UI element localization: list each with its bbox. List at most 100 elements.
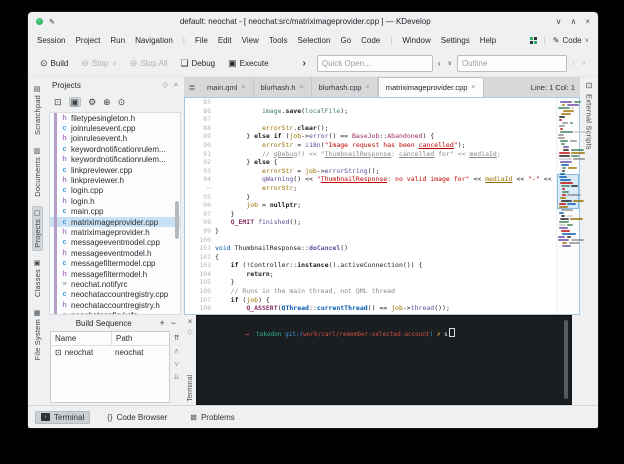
sidebar-tab-documents[interactable]: ▥Documents	[32, 144, 43, 201]
outline-input[interactable]	[457, 55, 567, 72]
tree-scrollbar[interactable]	[175, 201, 179, 239]
build-sequence-table[interactable]: Name Path ⊡neochatneochat	[50, 331, 170, 403]
tree-item[interactable]: ckeywordnotificationrulem...	[50, 144, 180, 154]
tree-item[interactable]: hlinkpreviewer.h	[50, 175, 180, 185]
execute-button[interactable]: ▣Execute	[223, 57, 273, 70]
tree-item[interactable]: cmessageeventmodel.cpp	[50, 238, 180, 248]
menu-tools[interactable]: Tools	[269, 36, 288, 45]
code-line: 104 return;	[187, 270, 556, 279]
detach-terminal-icon[interactable]: ◇	[187, 329, 192, 336]
close-tab-icon[interactable]: ×	[300, 84, 304, 91]
tree-item[interactable]: clinkpreviewer.cpp	[50, 165, 180, 175]
editor-tab-main-qml[interactable]: main.qml×	[200, 77, 254, 97]
document-switcher-icon[interactable]: ≣	[184, 77, 200, 97]
close-tab-icon[interactable]: ×	[471, 84, 475, 91]
terminal-scrollbar[interactable]	[564, 320, 568, 399]
menu-navigation[interactable]: Navigation	[135, 36, 173, 45]
close-terminal-icon[interactable]: ×	[188, 318, 193, 325]
menu-project[interactable]: Project	[75, 36, 100, 45]
code-lines[interactable]: 8586 image.save(localFile);8788 errorStr…	[185, 98, 556, 314]
tree-item[interactable]: cneochataccountregistry.cpp	[50, 290, 180, 300]
menu-window[interactable]: Window	[402, 36, 430, 45]
tree-item[interactable]: hneochataccountregistry.h	[50, 300, 180, 310]
editor-tab-blurhash-cpp[interactable]: blurhash.cpp×	[312, 77, 378, 97]
code-line: 85	[187, 98, 556, 107]
menu-settings[interactable]: Settings	[441, 36, 470, 45]
statusbar-tab-problems[interactable]: ⊠Problems	[184, 411, 241, 424]
tree-branch-line	[54, 113, 57, 314]
sidebar-tab-projects[interactable]: ▢Projects	[32, 206, 43, 252]
remove-build-item-button[interactable]: −	[171, 318, 176, 328]
sidebar-tab-file-system[interactable]: ▦File System	[32, 306, 43, 364]
tree-item[interactable]: cmain.cpp	[50, 207, 180, 217]
tree-item[interactable]: cjoinrulesevent.cpp	[50, 123, 180, 133]
filter-add-icon[interactable]: ⊕	[103, 97, 111, 107]
menu-file[interactable]: File	[195, 36, 208, 45]
close-button[interactable]: ×	[585, 17, 590, 26]
outline-dropdown-icon[interactable]: ∨	[446, 60, 454, 67]
add-build-item-button[interactable]: +	[159, 318, 164, 328]
show-targets-icon[interactable]: ▣	[69, 97, 82, 107]
minimap-mark	[558, 239, 569, 241]
column-name[interactable]: Name	[51, 332, 112, 345]
project-settings-icon[interactable]: ⚙	[88, 97, 96, 107]
code-token: errorStr	[262, 141, 293, 149]
tree-item[interactable]: cmatriximageprovider.cpp	[50, 217, 180, 227]
minimize-button[interactable]: ∨	[556, 17, 562, 26]
tree-item[interactable]: hlogin.h	[50, 196, 180, 206]
move-top-icon[interactable]: ⇈	[174, 334, 180, 342]
menu-code[interactable]: Code	[361, 36, 380, 45]
dock-tab-external-scripts[interactable]: External Scripts	[585, 94, 594, 150]
debug-button[interactable]: ❑Debug	[175, 57, 220, 70]
statusbar-tab-terminal[interactable]: ›Terminal	[35, 411, 90, 424]
editor-tab-matriximageprovider-cpp[interactable]: matriximageprovider.cpp×	[378, 77, 484, 97]
tree-item[interactable]: hkeywordnotificationrulem...	[50, 155, 180, 165]
tree-item[interactable]: clogin.cpp	[50, 186, 180, 196]
editor-tab-blurhash-h[interactable]: blurhash.h×	[254, 77, 312, 97]
locate-current-document-icon[interactable]: ⊡	[54, 97, 62, 107]
sidebar-tab-classes[interactable]: ▣Classes	[32, 256, 43, 301]
column-path[interactable]: Path	[112, 332, 169, 345]
code-editor[interactable]: 8586 image.save(localFile);8788 errorStr…	[184, 97, 580, 315]
tree-item[interactable]: hmessagefiltermodel.h	[50, 269, 180, 279]
tree-item[interactable]: hfiletypesingleton.h	[50, 113, 180, 123]
menu-session[interactable]: Session	[37, 36, 65, 45]
build-button[interactable]: ⊙Build	[35, 57, 73, 70]
filter-icon[interactable]: ⊙	[118, 97, 126, 107]
build-sequence-row[interactable]: ⊡neochatneochat	[51, 346, 169, 359]
float-panel-icon[interactable]: ◇	[163, 81, 168, 89]
tree-item[interactable]: ≡neochat.notifyrc	[50, 279, 180, 289]
quick-open-input[interactable]	[317, 55, 433, 72]
tree-item[interactable]: ≡neochatconfig.kcfg	[50, 310, 180, 315]
move-up-icon[interactable]: ∧	[174, 347, 179, 355]
toolbar-overflow-icon[interactable]: ›	[303, 58, 306, 69]
code-text: errorStr = i18n("Image request has been …	[215, 141, 466, 150]
menu-run[interactable]: Run	[110, 36, 125, 45]
workspace-grid-icon[interactable]	[530, 37, 537, 44]
close-tab-icon[interactable]: ×	[241, 84, 245, 91]
tree-item[interactable]: hmessageeventmodel.h	[50, 248, 180, 258]
maximize-button[interactable]: ∧	[570, 17, 576, 26]
minimap[interactable]	[556, 98, 579, 314]
menu-go[interactable]: Go	[340, 36, 351, 45]
outline-back-icon[interactable]: ‹	[436, 59, 443, 68]
close-tab-icon[interactable]: ×	[366, 84, 370, 91]
sidebar-tab-label: Scratchpad	[33, 95, 42, 135]
project-file-tree[interactable]: hfiletypesingleton.hcjoinrulesevent.cpph…	[49, 112, 181, 315]
edit-mode-button[interactable]: ✎ Code ∨	[553, 36, 589, 45]
menu-help[interactable]: Help	[480, 36, 496, 45]
move-down-icon[interactable]: ∨	[174, 360, 179, 368]
tree-item[interactable]: cmessagefiltermodel.cpp	[50, 258, 180, 268]
menu-view[interactable]: View	[242, 36, 259, 45]
menu-edit[interactable]: Edit	[218, 36, 232, 45]
toolbar-button-label: Execute	[240, 59, 269, 68]
tree-item[interactable]: hjoinrulesevent.h	[50, 134, 180, 144]
move-bottom-icon[interactable]: ⇊	[174, 373, 180, 381]
menu-selection[interactable]: Selection	[298, 36, 331, 45]
terminal-viewport[interactable]: → tokodon git:(work/carl/remember-select…	[196, 315, 572, 405]
sidebar-tab-scratchpad[interactable]: ▤Scratchpad	[32, 82, 43, 139]
close-panel-icon[interactable]: ×	[174, 82, 178, 89]
tree-item[interactable]: hmatriximageprovider.h	[50, 227, 180, 237]
titlebar[interactable]: ✎ default: neochat - [ neochat:src/matri…	[28, 12, 598, 31]
statusbar-tab-code-browser[interactable]: {}Code Browser	[101, 411, 173, 424]
